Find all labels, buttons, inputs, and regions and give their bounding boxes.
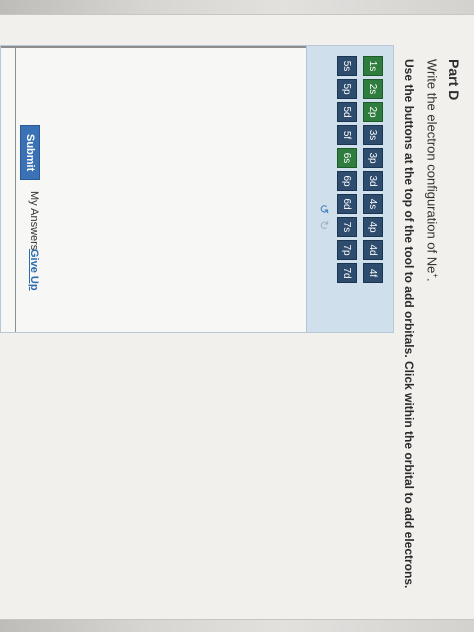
orbital-button-6d[interactable]: 6d [337,194,357,214]
orbital-button-7p[interactable]: 7p [337,240,357,260]
submit-button[interactable]: Submit [20,125,40,181]
baseline-line [15,46,16,332]
undo-arrow-icon[interactable]: ↺ [317,204,331,214]
orbital-row-1: 1s 2s 2p 3s 3p 3d 4s 4p 4d 4f [363,56,383,283]
prompt-text: Write the electron configuration of Ne [424,59,440,274]
orbital-work-area[interactable] [1,46,306,332]
orbital-button-4s[interactable]: 4s [363,194,383,214]
screen: Part D Write the electron configuration … [0,0,474,632]
my-answers-link[interactable]: My Answers [28,191,40,250]
orbital-button-4f[interactable]: 4f [363,263,383,283]
orbital-button-2p[interactable]: 2p [363,102,383,122]
orbital-button-3s[interactable]: 3s [363,125,383,145]
orbital-button-5p[interactable]: 5p [337,79,357,99]
orbital-button-2s[interactable]: 2s [363,79,383,99]
orbital-button-7s[interactable]: 7s [337,217,357,237]
energy-axis-line [1,46,306,48]
orbital-button-4p[interactable]: 4p [363,217,383,237]
redo-arrow-icon[interactable]: ↻ [317,220,331,230]
orbital-button-6s[interactable]: 6s [337,148,357,168]
question-panel: Part D Write the electron configuration … [0,14,474,620]
orbital-button-4d[interactable]: 4d [363,240,383,260]
instructions: Use the buttons at the top of the tool t… [402,59,416,589]
part-title: Part D [446,59,462,101]
orbital-toolbar: 1s 2s 2p 3s 3p 3d 4s 4p 4d 4f 5s 5p 5d 5f 6s 6p 6d 7s 7p 7… [306,46,393,332]
orbital-button-3d[interactable]: 3d [363,171,383,191]
orbital-button-5d[interactable]: 5d [337,102,357,122]
orbital-button-7d[interactable]: 7d [337,263,357,283]
orbital-button-3p[interactable]: 3p [363,148,383,168]
orbital-button-1s[interactable]: 1s [363,56,383,76]
orbital-button-5f[interactable]: 5f [337,125,357,145]
orbital-row-2: 5s 5p 5d 5f 6s 6p 6d 7s 7p 7d [337,56,357,283]
prompt-end: . [424,278,440,282]
question-prompt: Write the electron configuration of Ne+. [425,59,440,282]
orbital-tool: 1s 2s 2p 3s 3p 3d 4s 4p 4d 4f 5s 5p 5d 5f 6s 6p 6d 7s 7p 7… [0,45,394,333]
orbital-button-5s[interactable]: 5s [337,56,357,76]
give-up-link[interactable]: Give Up [28,249,40,291]
orbital-button-6p[interactable]: 6p [337,171,357,191]
